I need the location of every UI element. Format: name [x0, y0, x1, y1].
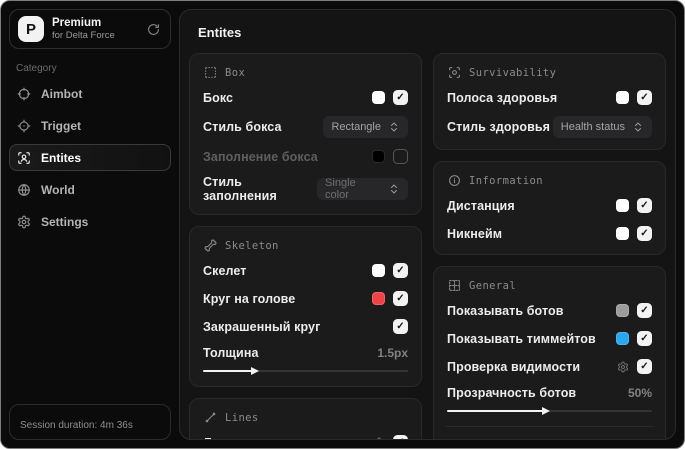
sidebar-item-label: Trigget — [41, 118, 82, 133]
sidebar: P Premium for Delta Force Category Aimbo… — [1, 1, 179, 448]
setting-row: Заполнение бокса — [203, 147, 408, 166]
color-swatch[interactable] — [616, 332, 629, 345]
brand-subtitle: for Delta Force — [52, 30, 115, 42]
checkbox[interactable] — [637, 90, 652, 105]
line-icon — [204, 411, 217, 424]
setting-row: Закрашенный круг — [203, 317, 408, 336]
session-card: Session duration: 4m 36s — [9, 404, 171, 440]
fill-style-dropdown[interactable]: Single color — [317, 177, 408, 201]
setting-row: Бокс — [203, 88, 408, 107]
panel-title: Information — [469, 174, 543, 187]
slider-label-row: Макс. дистанция 300m — [447, 437, 652, 439]
gear-icon[interactable] — [617, 361, 629, 373]
color-swatch[interactable] — [372, 150, 385, 163]
setting-row: Линия до врага — [203, 433, 408, 441]
panel-title: Skeleton — [225, 239, 279, 252]
checkbox[interactable] — [393, 435, 408, 439]
gear-icon[interactable] — [373, 437, 385, 441]
sidebar-item-label: World — [41, 182, 75, 197]
color-swatch[interactable] — [616, 304, 629, 317]
session-duration: Session duration: 4m 36s — [20, 420, 133, 431]
panel-title: Lines — [225, 411, 259, 424]
box-style-dropdown[interactable]: Rectangle — [323, 116, 408, 138]
crosshair-icon — [17, 87, 31, 101]
chevrons-up-down-icon — [388, 121, 400, 133]
checkbox[interactable] — [637, 359, 652, 374]
color-swatch[interactable] — [372, 264, 385, 277]
setting-row: Показывать ботов — [447, 301, 652, 320]
slider-value: 300m — [621, 437, 652, 439]
app-window: P Premium for Delta Force Category Aimbo… — [0, 0, 685, 449]
globe-icon — [17, 183, 31, 197]
panel-survivability: Survivability Полоса здоровья Стиль здор… — [433, 53, 666, 150]
panel-general: General Показывать ботов Показывать тимм… — [433, 266, 666, 439]
color-swatch[interactable] — [616, 199, 629, 212]
slider-value: 50% — [627, 386, 652, 400]
sidebar-item-label: Settings — [41, 214, 89, 229]
setting-row: Полоса здоровья — [447, 88, 652, 107]
refresh-icon[interactable] — [145, 21, 162, 38]
setting-row: Дистанция — [447, 196, 652, 215]
sidebar-item-entites[interactable]: Entites — [9, 144, 171, 171]
divider — [445, 426, 654, 427]
page-title: Entites — [198, 25, 242, 40]
sidebar-item-label: Aimbot — [41, 86, 83, 101]
panel-title: General — [469, 279, 517, 292]
setting-row: Стиль бокса Rectangle — [203, 116, 408, 138]
setting-row: Круг на голове — [203, 289, 408, 308]
checkbox[interactable] — [637, 303, 652, 318]
setting-row: Скелет — [203, 261, 408, 280]
checkbox[interactable] — [637, 226, 652, 241]
checkbox[interactable] — [393, 263, 408, 278]
setting-row: Стиль здоровья Health status — [447, 116, 652, 138]
focus-icon — [448, 66, 461, 79]
setting-row: Проверка видимости — [447, 357, 652, 376]
panel-title: Box — [225, 66, 246, 79]
checkbox[interactable] — [637, 198, 652, 213]
checkbox[interactable] — [393, 90, 408, 105]
checkbox[interactable] — [393, 291, 408, 306]
brand-title: Premium — [52, 16, 102, 29]
grid-icon — [448, 279, 461, 292]
setting-row: Показывать тиммейтов — [447, 329, 652, 348]
chevrons-up-down-icon — [632, 121, 644, 133]
category-label: Category — [16, 63, 57, 74]
panel-title: Survivability — [469, 66, 557, 79]
checkbox[interactable] — [393, 149, 408, 164]
color-swatch[interactable] — [616, 91, 629, 104]
setting-row: Никнейм — [447, 224, 652, 243]
panel-information: Information Дистанция Никнейм — [433, 161, 666, 255]
bone-icon — [204, 239, 217, 252]
panel-lines: Lines Линия до врага Линия взгляда — [189, 398, 422, 441]
sidebar-nav: Aimbot Trigget Entites World Settings — [9, 80, 171, 235]
person-scan-icon — [17, 151, 31, 165]
health-style-dropdown[interactable]: Health status — [552, 116, 652, 138]
sidebar-item-label: Entites — [41, 150, 82, 165]
main-content: Entites Box Бокс ✓ Стиль бокса Rectangle… — [179, 9, 676, 440]
box-select-icon — [204, 66, 217, 79]
panel-skeleton: Skeleton Скелет Круг на голове — [189, 226, 422, 387]
bot-opacity-slider[interactable] — [447, 406, 652, 415]
setting-row: Стиль заполнения Single color — [203, 175, 408, 203]
color-swatch[interactable] — [616, 227, 629, 240]
brand-logo: P — [18, 16, 44, 42]
slider-label-row: Прозрачность ботов 50% — [447, 386, 652, 400]
brand-card: P Premium for Delta Force — [9, 9, 171, 49]
checkbox[interactable] — [637, 331, 652, 346]
gear-icon — [17, 215, 31, 229]
chevrons-up-down-icon — [388, 183, 400, 195]
sidebar-item-settings[interactable]: Settings — [9, 208, 171, 235]
color-swatch[interactable] — [372, 292, 385, 305]
slider-label-row: Толщина 1.5px — [203, 346, 408, 360]
thickness-slider[interactable] — [203, 366, 408, 375]
sidebar-item-trigget[interactable]: Trigget — [9, 112, 171, 139]
slider-value: 1.5px — [377, 346, 408, 360]
sidebar-item-aimbot[interactable]: Aimbot — [9, 80, 171, 107]
color-swatch[interactable] — [372, 91, 385, 104]
sidebar-item-world[interactable]: World — [9, 176, 171, 203]
checkbox[interactable] — [393, 319, 408, 334]
panel-box: Box Бокс Стиль бокса Rectangle — [189, 53, 422, 215]
trigger-icon — [17, 119, 31, 133]
info-icon — [448, 174, 461, 187]
